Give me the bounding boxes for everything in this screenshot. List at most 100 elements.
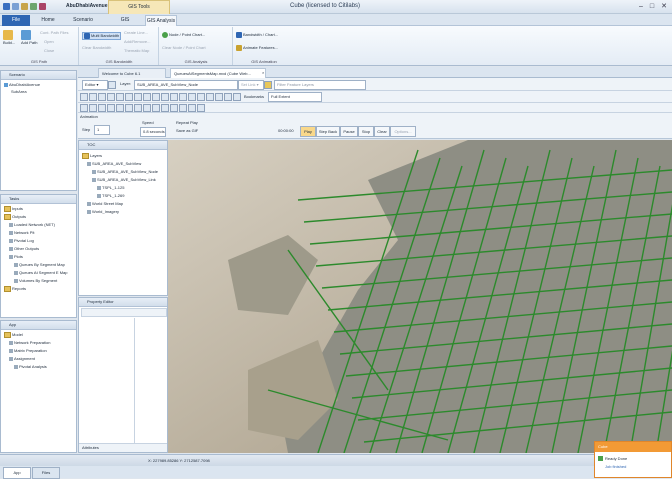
clear-button[interactable]: Clear bbox=[374, 126, 390, 137]
app-item[interactable]: Model bbox=[4, 332, 23, 338]
step-input[interactable]: 1 bbox=[94, 125, 110, 135]
multi-bandwidth-button[interactable]: Multi Bandwidth bbox=[82, 32, 122, 40]
toc-layer-item[interactable]: SUB_AREA_AVE_SubView bbox=[87, 161, 141, 166]
fill-color-icon[interactable] bbox=[170, 104, 178, 112]
clear-node-point-chart-button[interactable]: Clear Node / Point Chart bbox=[162, 45, 206, 50]
minimize-button[interactable]: – bbox=[636, 2, 646, 11]
maximize-button[interactable]: □ bbox=[647, 2, 657, 11]
task-item[interactable]: Pivotal Log bbox=[9, 238, 34, 243]
draw-line-icon[interactable] bbox=[116, 104, 124, 112]
task-item[interactable]: Other Outputs bbox=[9, 246, 39, 251]
stop-button[interactable]: Stop bbox=[358, 126, 374, 137]
options-button[interactable]: Options... bbox=[390, 126, 416, 137]
close-path-button[interactable]: Close bbox=[44, 48, 54, 53]
print-icon[interactable] bbox=[224, 93, 232, 101]
measure-icon[interactable] bbox=[170, 93, 178, 101]
scenario-root-item[interactable]: AbuDhabiAvenue bbox=[4, 82, 40, 87]
task-item[interactable]: Reports bbox=[4, 286, 26, 292]
globe-icon[interactable] bbox=[125, 93, 133, 101]
attribute-table-icon[interactable] bbox=[206, 93, 214, 101]
speed-input[interactable]: 0.8 seconds bbox=[140, 127, 166, 137]
open-path-button[interactable]: Open bbox=[44, 39, 54, 44]
task-item[interactable]: Volumes By Segment bbox=[14, 278, 57, 283]
forward-arrow-icon[interactable] bbox=[143, 93, 151, 101]
clear-selection-icon[interactable] bbox=[197, 93, 205, 101]
app-icon[interactable] bbox=[3, 3, 10, 10]
task-item[interactable]: Outputs bbox=[4, 214, 26, 220]
toc-layer-item[interactable]: SUB_AREA_AVE_SubView_Node bbox=[92, 169, 158, 174]
refresh-icon[interactable] bbox=[152, 93, 160, 101]
undo-icon[interactable] bbox=[30, 3, 37, 10]
task-item[interactable]: Queues By Segment Map bbox=[14, 262, 65, 267]
node-point-chart-button[interactable]: Node / Point Chart... bbox=[162, 32, 205, 38]
tab-home[interactable]: Home bbox=[36, 15, 60, 26]
task-item[interactable]: Queues At Segment E Map bbox=[14, 270, 67, 275]
tab-scenario[interactable]: Scenario bbox=[66, 15, 100, 26]
find-icon[interactable] bbox=[179, 93, 187, 101]
align-icon[interactable] bbox=[161, 104, 169, 112]
zoom-out-icon[interactable] bbox=[98, 93, 106, 101]
zoom-in-icon[interactable] bbox=[89, 93, 97, 101]
clear-bandwidth-button[interactable]: Clear Bandwidth bbox=[82, 45, 111, 50]
build-button[interactable]: Build... bbox=[3, 30, 15, 45]
notification-popup[interactable]: Cube Ready Done Job finished bbox=[594, 441, 672, 478]
draw-rectangle-icon[interactable] bbox=[89, 104, 97, 112]
close-button[interactable]: ✕ bbox=[659, 2, 669, 11]
play-button[interactable]: Play bbox=[300, 126, 316, 137]
layout-icon[interactable] bbox=[215, 93, 223, 101]
bookmark-dropdown[interactable]: Full Extent bbox=[268, 92, 322, 102]
open-icon[interactable] bbox=[21, 3, 28, 10]
set-link-dropdown[interactable]: Set Link ▾ bbox=[238, 80, 264, 90]
pan-icon[interactable] bbox=[107, 93, 115, 101]
app-item[interactable]: Network Preparation bbox=[9, 340, 50, 345]
repeat-play-checkbox[interactable]: Repeat Play bbox=[176, 120, 198, 125]
identify-icon[interactable] bbox=[161, 93, 169, 101]
task-item[interactable]: Inputs bbox=[4, 206, 23, 212]
app-item[interactable]: Pivotal Analysis bbox=[14, 364, 47, 369]
tab-gis-intersections[interactable]: GIS Intersections bbox=[106, 15, 144, 34]
select-arrow-icon[interactable] bbox=[80, 93, 88, 101]
grid-icon[interactable] bbox=[233, 93, 241, 101]
full-extent-icon[interactable] bbox=[116, 93, 124, 101]
select-features-icon[interactable] bbox=[188, 93, 196, 101]
draw-circle-icon[interactable] bbox=[98, 104, 106, 112]
thematic-map-button[interactable]: Thematic Map bbox=[124, 48, 149, 53]
toc-layer-item[interactable]: TSPL_1-125 bbox=[97, 185, 124, 190]
toc-layers-root[interactable]: Layers bbox=[82, 153, 102, 159]
tab-files[interactable]: Files bbox=[32, 467, 60, 479]
draw-polygon-icon[interactable] bbox=[107, 104, 115, 112]
create-line-button[interactable]: Create Line... bbox=[124, 30, 148, 35]
scenario-subarea-item[interactable]: SubArea bbox=[11, 89, 27, 94]
add-remove-button[interactable]: Add/Remove... bbox=[124, 39, 150, 44]
animate-features-button[interactable]: Animate Features... bbox=[236, 45, 278, 51]
pause-button[interactable]: Pause bbox=[340, 126, 358, 137]
filter-layers-input[interactable]: Filter Feature Layers bbox=[274, 80, 366, 90]
tab-app[interactable]: App bbox=[3, 467, 31, 479]
app-item[interactable]: Matrix Preparation bbox=[9, 348, 47, 353]
task-item[interactable]: Loaded Network (NET) bbox=[9, 222, 55, 227]
toc-layer-item[interactable]: World_Imagery bbox=[87, 209, 119, 214]
map-view[interactable] bbox=[168, 140, 672, 453]
toc-layer-item[interactable]: TSPL_1-269 bbox=[97, 193, 124, 198]
bandwidth-chart-button[interactable]: Bandwidth / Chart... bbox=[236, 32, 278, 38]
add-path-button[interactable]: Add Path bbox=[21, 30, 37, 45]
tab-file[interactable]: File bbox=[2, 15, 30, 26]
lock-icon[interactable] bbox=[264, 81, 272, 89]
redo-icon[interactable] bbox=[39, 3, 46, 10]
line-color-icon[interactable] bbox=[179, 104, 187, 112]
task-item[interactable]: Plots bbox=[9, 254, 23, 259]
close-tab-icon[interactable]: × bbox=[259, 68, 273, 78]
step-back-button[interactable]: Step Back bbox=[316, 126, 340, 137]
editor-dropdown[interactable]: Editor ▾ bbox=[82, 80, 108, 90]
app-item[interactable]: Assignment bbox=[9, 356, 35, 361]
symbol-icon[interactable] bbox=[197, 104, 205, 112]
task-item[interactable]: Network Plt bbox=[9, 230, 34, 235]
rotate-icon[interactable] bbox=[143, 104, 151, 112]
draw-text-icon[interactable] bbox=[125, 104, 133, 112]
delete-icon[interactable] bbox=[152, 104, 160, 112]
edit-tool-icon[interactable] bbox=[108, 81, 116, 89]
draw-point-icon[interactable] bbox=[80, 104, 88, 112]
save-gif-checkbox[interactable]: Save as GIF bbox=[176, 128, 198, 133]
layer-dropdown[interactable]: SUB_AREA_AVE_SubView_Node bbox=[134, 80, 238, 90]
path-files-button[interactable]: Cont. Path Files bbox=[40, 30, 68, 35]
